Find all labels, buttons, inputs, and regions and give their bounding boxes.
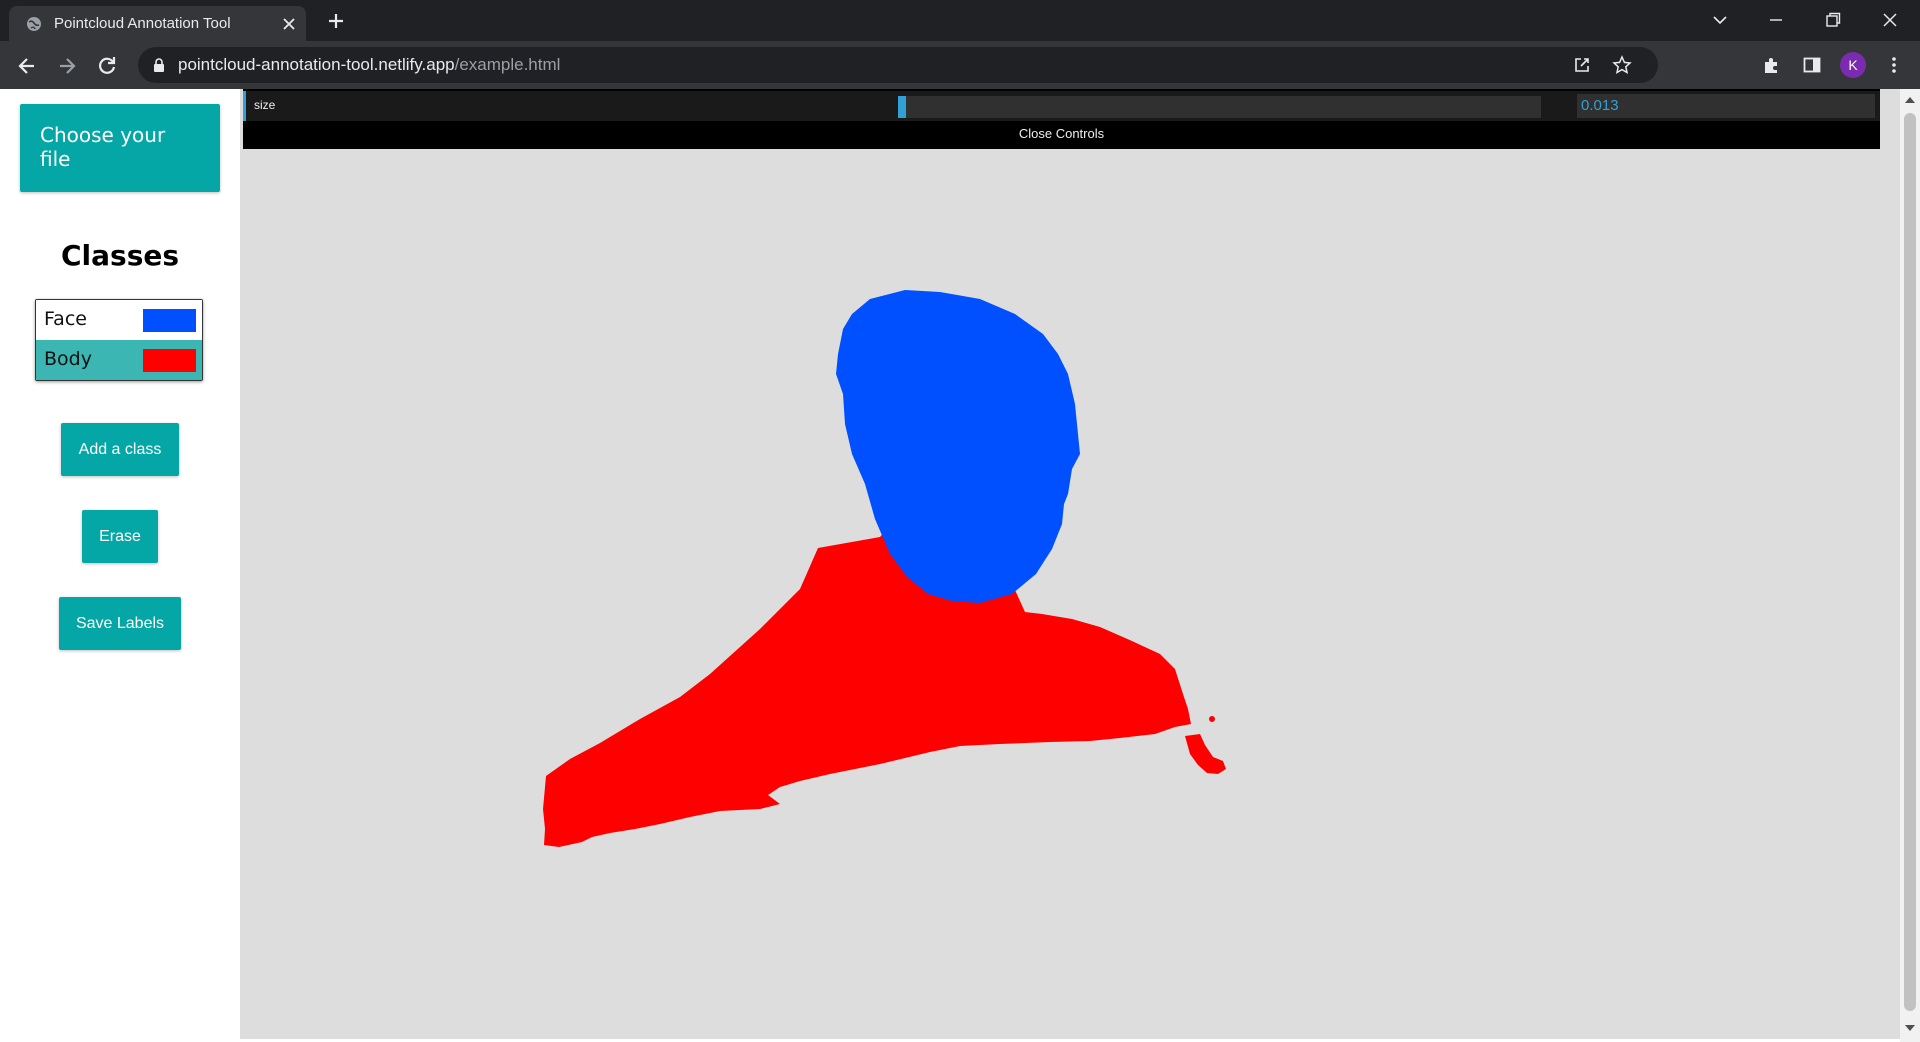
size-value-input[interactable]: 0.013 [1577,94,1875,118]
scrollbar-thumb[interactable] [1904,113,1916,1011]
pointcloud-body-region[interactable] [543,519,1191,847]
class-list: Face Body [35,299,203,381]
controls-panel: size 0.013 Close Controls [243,89,1880,149]
size-slider[interactable] [898,96,1541,118]
scroll-up-arrow[interactable] [1905,97,1915,103]
share-icon[interactable] [1572,55,1592,75]
close-window-icon[interactable] [1880,10,1900,30]
scroll-down-arrow[interactable] [1905,1025,1915,1031]
address-bar[interactable]: pointcloud-annotation-tool.netlify.app/e… [138,47,1658,83]
size-slider-fill [898,96,906,118]
lock-icon[interactable] [152,58,166,72]
browser-tab[interactable]: Pointcloud Annotation Tool [9,6,306,41]
close-tab-icon[interactable] [281,16,297,32]
new-tab-icon[interactable] [326,11,346,31]
menu-kebab-icon[interactable] [1884,55,1904,75]
extensions-icon[interactable] [1762,55,1782,75]
choose-file-button[interactable]: Choose your file [20,104,220,192]
url-text[interactable]: pointcloud-annotation-tool.netlify.app/e… [178,55,560,75]
class-item-face[interactable]: Face [36,300,202,340]
tab-title: Pointcloud Annotation Tool [54,15,231,32]
page-scrollbar[interactable] [1900,89,1920,1042]
class-color-swatch [143,349,196,372]
class-name: Face [44,308,87,330]
browser-toolbar: pointcloud-annotation-tool.netlify.app/e… [0,41,1920,89]
url-host: pointcloud-annotation-tool.netlify.app [178,55,455,74]
class-color-swatch [143,309,196,332]
forward-icon[interactable] [56,55,78,77]
pointcloud-render[interactable] [240,149,1880,1039]
side-panel-icon[interactable] [1802,55,1822,75]
sidebar: Choose your file Classes Face Body Add a… [0,89,240,1042]
restore-icon[interactable] [1823,10,1843,30]
close-controls-button[interactable]: Close Controls [243,123,1880,145]
globe-icon [27,17,41,31]
size-label: size [254,98,276,112]
minimize-icon[interactable] [1766,10,1786,30]
pointcloud-body-fragment[interactable] [1209,716,1215,722]
profile-avatar[interactable]: K [1840,52,1866,78]
add-class-button[interactable]: Add a class [61,423,179,476]
pointcloud-body-fragment[interactable] [1185,734,1226,774]
erase-button[interactable]: Erase [82,510,158,563]
size-control: size 0.013 [243,91,1880,121]
class-name: Body [44,348,92,370]
back-icon[interactable] [16,55,38,77]
reload-icon[interactable] [96,55,118,77]
tab-search-icon[interactable] [1710,10,1730,30]
bookmark-star-icon[interactable] [1612,55,1632,75]
classes-heading: Classes [60,239,180,272]
browser-tab-strip: Pointcloud Annotation Tool [0,0,1920,41]
url-path: /example.html [454,55,561,74]
save-labels-button[interactable]: Save Labels [59,597,181,650]
class-item-body[interactable]: Body [36,340,202,380]
